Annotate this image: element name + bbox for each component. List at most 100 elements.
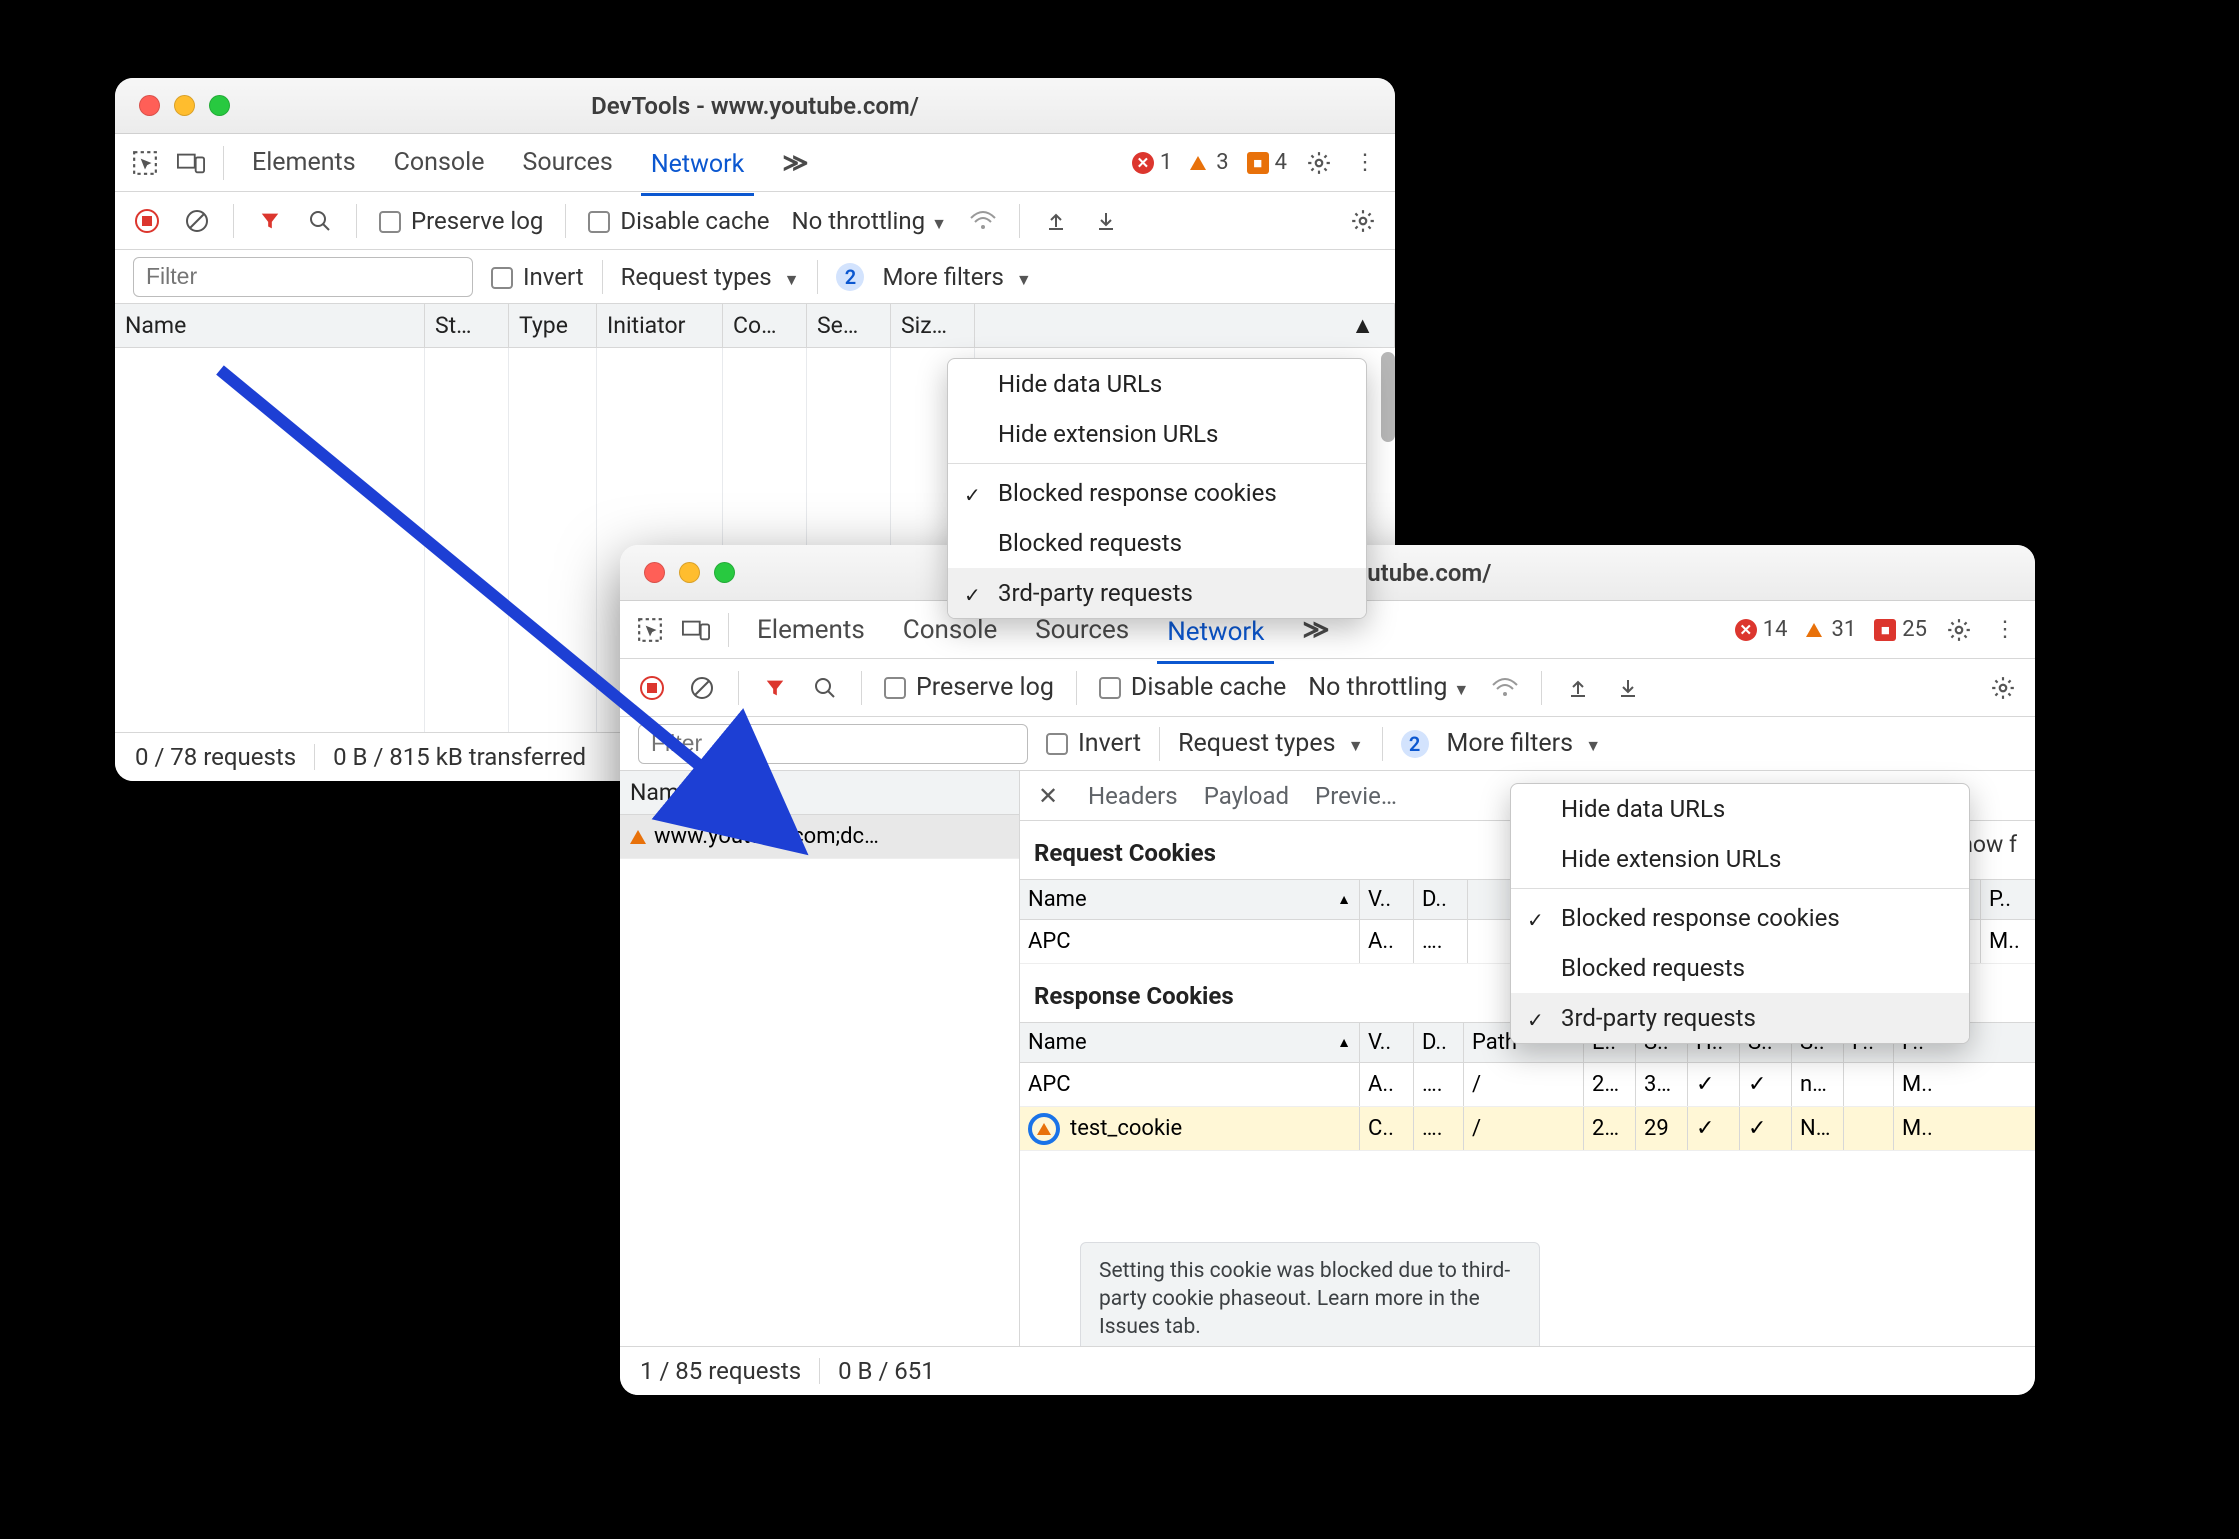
tab-payload[interactable]: Payload [1204,782,1289,810]
separator [819,1358,820,1384]
maximize-window-icon[interactable] [209,95,230,116]
tab-preview[interactable]: Previe… [1315,782,1397,810]
menu-blocked-response-cookies[interactable]: ✓Blocked response cookies [948,468,1366,518]
col-size[interactable]: Siz… [891,304,975,347]
tabs-overflow[interactable]: ≫ [772,142,818,184]
close-window-icon[interactable] [139,95,160,116]
cookie-priority: M.. [1894,1063,1948,1106]
menu-hide-extension-urls[interactable]: Hide extension URLs [948,409,1366,459]
separator [1019,204,1020,238]
titlebar[interactable]: DevTools - www.youtube.com/ [115,78,1395,134]
throttle-dropdown[interactable]: No throttling▼ [1308,673,1469,702]
col-value[interactable]: V.. [1360,880,1414,919]
col-domain[interactable]: D.. [1414,880,1468,919]
warning-count[interactable]: 3 [1190,150,1228,175]
cookie-row[interactable]: APC A.. …. / 2… 3… ✓ ✓ n… M.. [1020,1063,2035,1107]
tab-console[interactable]: Console [384,142,495,183]
tab-network[interactable]: Network [641,144,754,196]
minimize-window-icon[interactable] [174,95,195,116]
download-icon[interactable] [1614,674,1642,702]
wifi-icon[interactable] [969,207,997,235]
more-filters-dropdown[interactable]: More filters ▼ [1447,729,1602,758]
request-types-dropdown[interactable]: Request types ▼ [621,263,800,291]
download-icon[interactable] [1092,207,1120,235]
more-filters-dropdown[interactable]: More filters ▼ [882,263,1031,291]
col-waterfall[interactable]: ▲ [975,304,1395,347]
wifi-icon[interactable] [1491,674,1519,702]
invert-checkbox[interactable]: Invert [491,263,584,291]
menu-blocked-requests[interactable]: Blocked requests [948,518,1366,568]
inspect-icon[interactable] [131,149,159,177]
tab-sources[interactable]: Sources [512,142,622,183]
menu-separator [948,463,1366,464]
upload-icon[interactable] [1042,207,1070,235]
cookie-path: / [1464,1107,1584,1150]
clear-icon[interactable] [183,207,211,235]
error-count-value: 1 [1160,150,1172,175]
menu-3rd-party-requests[interactable]: ✓3rd-party requests [948,568,1366,618]
settings-gear-icon[interactable] [1989,674,2017,702]
invert-checkbox[interactable]: Invert [1046,729,1141,758]
cookie-secure: ✓ [1740,1107,1792,1150]
cookie-extra2: M.. [1981,920,2035,963]
separator [565,204,566,238]
more-filters-label: More filters [882,263,1003,291]
settings-gear-icon[interactable] [1349,207,1377,235]
cookie-samesite: N… [1792,1107,1844,1150]
gear-icon[interactable] [1305,149,1333,177]
menu-hide-data-urls[interactable]: Hide data URLs [948,359,1366,409]
info-count[interactable]: ■25 [1874,617,1927,642]
network-table-header[interactable]: Name St… Type Initiator Co… Se… Siz… ▲ [115,304,1395,348]
upload-icon[interactable] [1564,674,1592,702]
filter-icon[interactable] [256,207,284,235]
col-initiator[interactable]: Initiator [597,304,723,347]
tab-headers[interactable]: Headers [1088,782,1178,810]
preserve-log-checkbox[interactable]: Preserve log [379,207,543,235]
col-name[interactable]: Name▲ [1020,880,1360,919]
col-co[interactable]: Co… [723,304,807,347]
info-count[interactable]: ■4 [1247,150,1287,175]
error-count[interactable]: ✕14 [1735,617,1788,642]
menu-hide-extension-urls[interactable]: Hide extension URLs [1511,834,1969,884]
more-filters-menu[interactable]: Hide data URLs Hide extension URLs ✓Bloc… [947,358,1367,619]
col-extra2[interactable]: P.. [1981,880,2035,919]
tab-elements[interactable]: Elements [242,142,366,183]
traffic-lights[interactable] [139,95,230,116]
menu-hide-data-urls[interactable]: Hide data URLs [1511,784,1969,834]
window-title: DevTools - www.youtube.com/ [135,92,1375,120]
more-icon[interactable]: ⋮ [1991,616,2019,644]
error-count[interactable]: ✕1 [1132,150,1172,175]
menu-blocked-requests[interactable]: Blocked requests [1511,943,1969,993]
cookie-row-blocked[interactable]: test_cookie C.. …. / 2… 29 ✓ ✓ N… M.. [1020,1107,2035,1151]
filter-input[interactable] [133,257,473,297]
record-icon[interactable] [133,207,161,235]
status-bar: 1 / 85 requests 0 B / 651 [620,1346,2035,1395]
menu-3rd-party-requests[interactable]: ✓3rd-party requests [1511,993,1969,1043]
gear-icon[interactable] [1945,616,1973,644]
col-type[interactable]: Type [509,304,597,347]
search-icon[interactable] [306,207,334,235]
col-domain[interactable]: D.. [1414,1023,1464,1062]
menu-blocked-response-cookies[interactable]: ✓Blocked response cookies [1511,893,1969,943]
disable-cache-checkbox[interactable]: Disable cache [1099,673,1286,702]
disable-cache-label: Disable cache [1131,673,1286,702]
warning-count[interactable]: 31 [1806,617,1857,642]
more-filters-menu[interactable]: Hide data URLs Hide extension URLs ✓Bloc… [1510,783,1970,1044]
more-filters-label: More filters [1447,729,1574,758]
check-icon: ✓ [1527,1005,1544,1035]
blocked-cookie-tooltip: Setting this cookie was blocked due to t… [1080,1242,1540,1346]
col-status[interactable]: St… [425,304,509,347]
col-name[interactable]: Name [115,304,425,347]
disable-cache-checkbox[interactable]: Disable cache [588,207,769,235]
col-name[interactable]: Name▲ [1020,1023,1360,1062]
col-se[interactable]: Se… [807,304,891,347]
menu-item-label: Hide extension URLs [998,420,1218,448]
col-value[interactable]: V.. [1360,1023,1414,1062]
device-toggle-icon[interactable] [177,149,205,177]
close-details-icon[interactable]: ✕ [1034,782,1062,810]
preserve-log-checkbox[interactable]: Preserve log [884,673,1054,702]
request-types-dropdown[interactable]: Request types ▼ [1178,729,1363,758]
separator [1076,671,1077,705]
throttle-dropdown[interactable]: No throttling▼ [792,207,947,235]
more-icon[interactable]: ⋮ [1351,149,1379,177]
